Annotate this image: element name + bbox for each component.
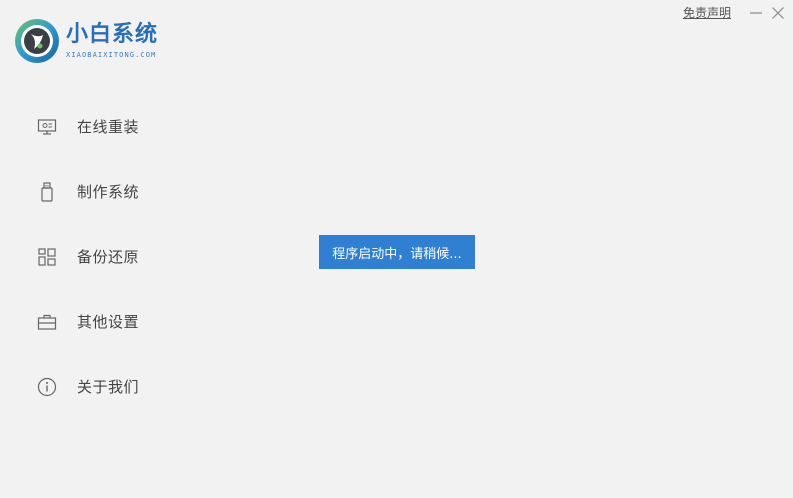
title-bar-controls: 免责声明	[683, 4, 787, 22]
toolbox-icon	[36, 311, 58, 333]
minimize-icon[interactable]	[747, 4, 765, 22]
sidebar-item-make-system[interactable]: 制作系统	[0, 159, 220, 224]
sidebar-item-label: 制作系统	[77, 183, 140, 201]
sidebar-item-online-reinstall[interactable]: 在线重装	[0, 94, 220, 159]
loading-toast: 程序启动中，请稍候...	[319, 235, 475, 269]
xiaobai-logo-icon	[14, 18, 60, 64]
grid-icon	[36, 246, 58, 268]
app-subtitle: XIAOBAIXITONG.COM	[66, 51, 157, 59]
app-title: 小白系统	[66, 22, 159, 47]
sidebar-item-label: 关于我们	[77, 378, 140, 396]
sidebar-item-other-settings[interactable]: 其他设置	[0, 289, 220, 354]
usb-drive-icon	[36, 181, 58, 203]
app-logo: 小白系统 XIAOBAIXITONG.COM	[14, 18, 158, 64]
logo-text: 小白系统 XIAOBAIXITONG.COM	[66, 22, 158, 60]
sidebar-item-label: 在线重装	[77, 118, 140, 136]
monitor-icon	[36, 116, 58, 138]
sidebar-item-backup-restore[interactable]: 备份还原	[0, 224, 220, 289]
sidebar-item-label: 其他设置	[77, 313, 140, 331]
sidebar-item-about-us[interactable]: 关于我们	[0, 354, 220, 419]
disclaimer-link[interactable]: 免责声明	[683, 4, 731, 22]
close-icon[interactable]	[769, 4, 787, 22]
sidebar-item-label: 备份还原	[77, 248, 140, 266]
info-icon	[36, 376, 58, 398]
sidebar-nav: 在线重装 制作系统 备份还原 其他设置 关于我们	[0, 94, 220, 419]
app-window: 小白系统 XIAOBAIXITONG.COM 免责声明 在线重装 制作系统 备份…	[0, 0, 793, 498]
